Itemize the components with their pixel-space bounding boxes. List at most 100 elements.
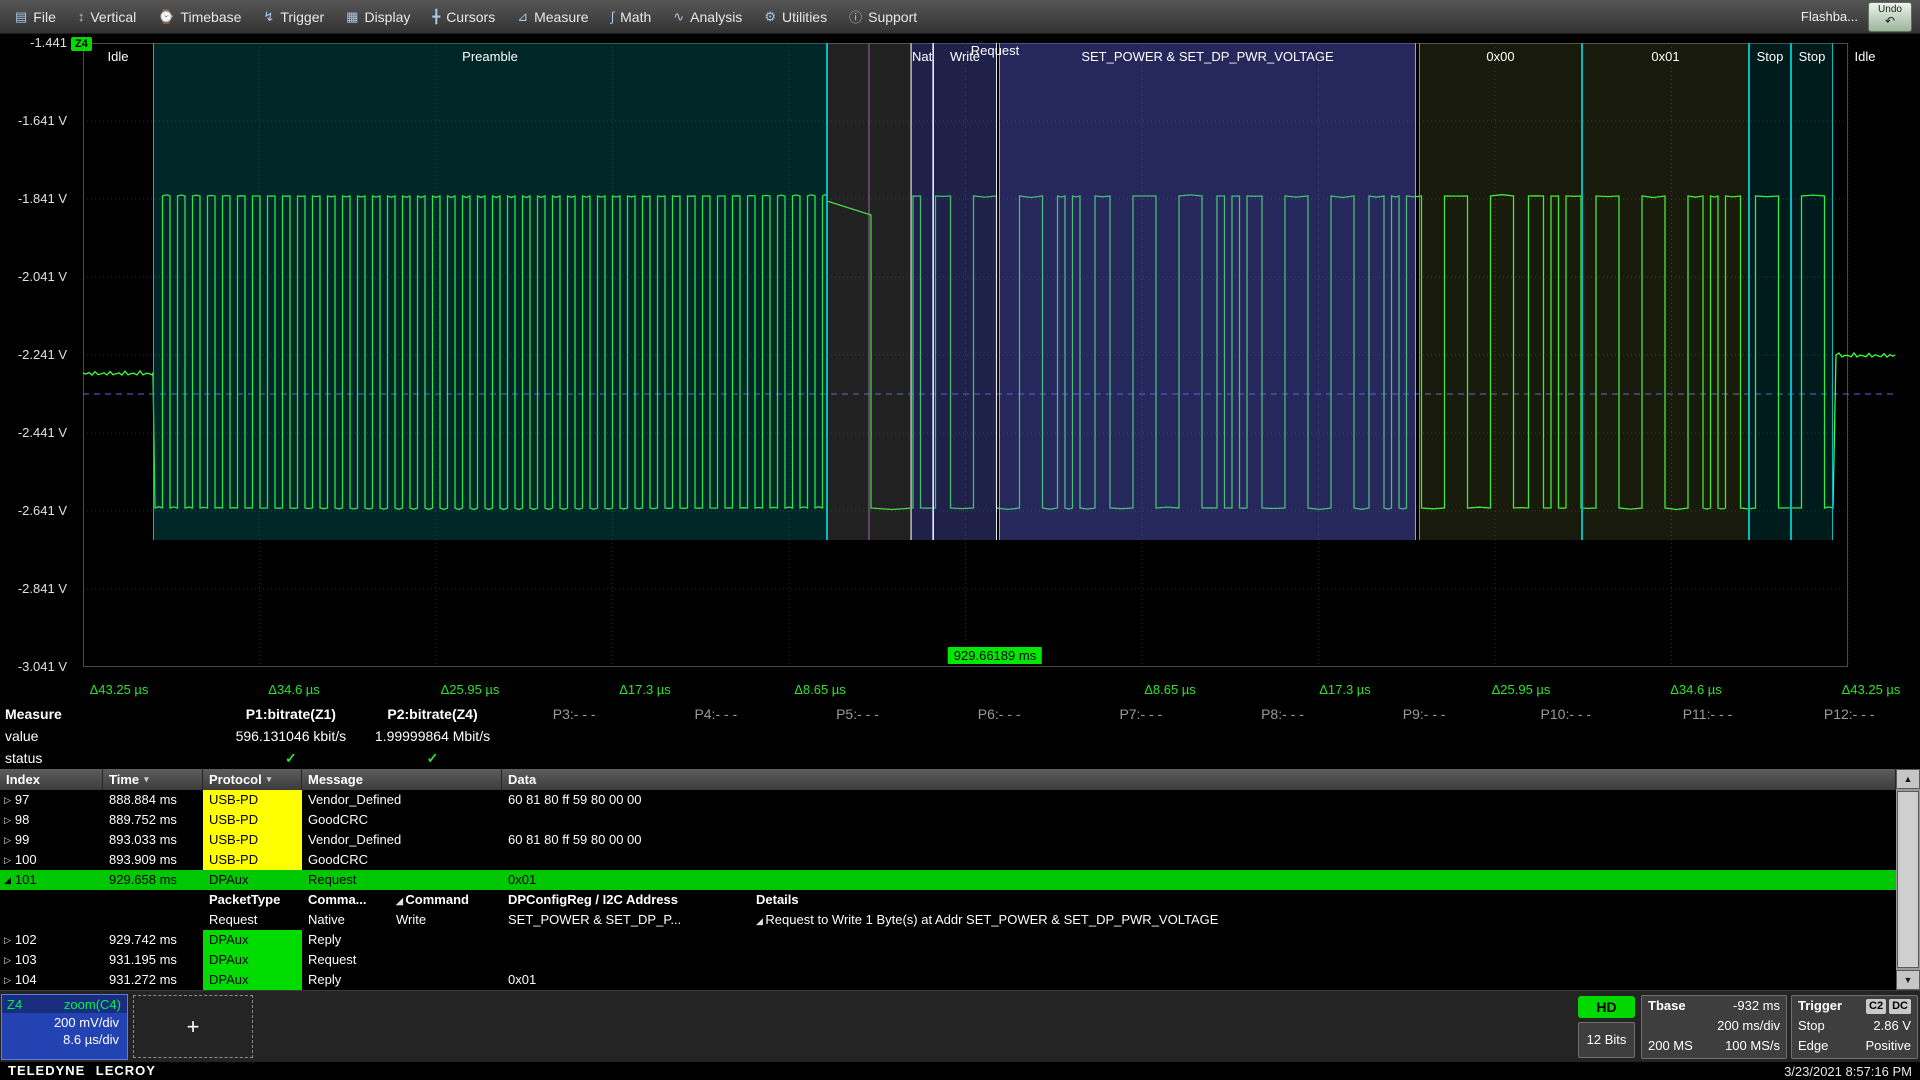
param-status-p11 xyxy=(1637,747,1779,769)
column-header-protocol[interactable]: Protocol▾ xyxy=(203,769,302,790)
measure-row-label: Measure xyxy=(0,703,220,725)
menu-item-label: Analysis xyxy=(690,9,742,25)
row-time: 893.909 ms xyxy=(103,850,203,870)
expand-icon[interactable]: ▷ xyxy=(4,850,11,870)
param-header-p8[interactable]: P8:- - - xyxy=(1212,703,1354,725)
menu-item-math[interactable]: ∫Math xyxy=(600,0,663,33)
scroll-up-button[interactable]: ▲ xyxy=(1896,769,1920,789)
waveform-display[interactable]: -1.441-1.641 V-1.841 V-2.041 V-2.241 V-2… xyxy=(0,34,1920,700)
param-header-p4[interactable]: P4:- - - xyxy=(645,703,787,725)
column-label: Protocol xyxy=(209,769,262,790)
menu-item-vertical[interactable]: ↕Vertical xyxy=(67,0,147,33)
expand-icon[interactable]: ◢ xyxy=(396,896,405,906)
param-status-p2: ✓ xyxy=(362,747,504,769)
menu-item-analysis[interactable]: ∿Analysis xyxy=(662,0,753,33)
param-header-p5[interactable]: P5:- - - xyxy=(787,703,929,725)
column-header-data[interactable]: Data xyxy=(502,769,1896,790)
region-label: 0x00 xyxy=(1420,49,1581,64)
menu-item-timebase[interactable]: ⌚Timebase xyxy=(147,0,252,33)
expand-icon[interactable]: ◢ xyxy=(756,916,765,926)
param-status-p3 xyxy=(503,747,645,769)
table-row-99[interactable]: ▷99893.033 msUSB-PDVendor_Defined60 81 8… xyxy=(0,830,1896,850)
expand-icon[interactable]: ▷ xyxy=(4,790,11,810)
subrow-text: SET_POWER & SET_DP_P... xyxy=(508,912,681,927)
param-value-p8 xyxy=(1212,725,1354,747)
undo-button[interactable]: Undo ↶ xyxy=(1868,2,1912,32)
request-annotation: Request xyxy=(971,43,1019,58)
table-row-101[interactable]: ◢101929.658 msDPAuxRequest0x01 xyxy=(0,870,1896,890)
expand-icon[interactable]: ▷ xyxy=(4,930,11,950)
row-message: Vendor_Defined xyxy=(302,790,502,810)
expand-icon[interactable]: ▷ xyxy=(4,810,11,830)
menu-item-utilities[interactable]: ⚙Utilities xyxy=(753,0,838,33)
param-header-p11[interactable]: P11:- - - xyxy=(1637,703,1779,725)
param-header-p6[interactable]: P6:- - - xyxy=(928,703,1070,725)
tbase-rate: 100 MS/s xyxy=(1725,1036,1780,1056)
param-header-p10[interactable]: P10:- - - xyxy=(1495,703,1637,725)
row-message: Reply xyxy=(302,970,502,990)
subheader-cell: Comma... xyxy=(302,890,390,910)
row-time: 889.752 ms xyxy=(103,810,203,830)
timebase-descriptor[interactable]: Tbase -932 ms 200 ms/div 200 MS 100 MS/s xyxy=(1641,995,1787,1059)
param-status-p6 xyxy=(928,747,1070,769)
resolution-box[interactable]: 12 Bits xyxy=(1578,1022,1635,1058)
table-scrollbar[interactable]: ▲ ▼ xyxy=(1896,769,1920,990)
tbase-tdiv: 200 ms/div xyxy=(1717,1016,1780,1036)
param-header-p1[interactable]: P1:bitrate(Z1) xyxy=(220,703,362,725)
subheader-text: Details xyxy=(756,892,799,907)
z4-tdiv: 8.6 µs/div xyxy=(2,1030,127,1047)
table-row-102[interactable]: ▷102929.742 msDPAuxReply xyxy=(0,930,1896,950)
scroll-track[interactable] xyxy=(1896,789,1920,970)
row-protocol: USB-PD xyxy=(203,850,302,870)
subrow-text: Request to Write 1 Byte(s) at Addr SET_P… xyxy=(765,912,1218,927)
row-index-cell: ▷98 xyxy=(0,810,103,830)
expand-icon[interactable]: ▷ xyxy=(4,830,11,850)
menu-item-label: File xyxy=(33,9,56,25)
param-header-p12[interactable]: P12:- - - xyxy=(1778,703,1920,725)
menu-item-label: Cursors xyxy=(446,9,495,25)
column-header-index[interactable]: Index xyxy=(0,769,103,790)
expand-icon[interactable]: ◢ xyxy=(4,870,11,890)
region-label: Idle xyxy=(1833,49,1897,64)
trigger-descriptor[interactable]: Trigger C2 DC Stop 2.86 V Edge Positive xyxy=(1791,995,1918,1059)
param-header-p2[interactable]: P2:bitrate(Z4) xyxy=(362,703,504,725)
param-header-p7[interactable]: P7:- - - xyxy=(1070,703,1212,725)
filter-icon[interactable]: ▾ xyxy=(267,769,272,790)
voltage-label: -2.041 V xyxy=(18,269,67,284)
subheader-cell: ◢ Command xyxy=(390,890,502,910)
measure-icon: ⊿ xyxy=(517,9,528,25)
menu-item-file[interactable]: ▤File xyxy=(4,0,67,33)
flashback-label[interactable]: Flashba... xyxy=(1801,9,1868,24)
scroll-thumb[interactable] xyxy=(1897,791,1919,968)
decode-regions: IdlePreambleNatWriteSET_POWER & SET_DP_P… xyxy=(83,43,1848,540)
scroll-down-button[interactable]: ▼ xyxy=(1896,970,1920,990)
cursors-icon: ╋ xyxy=(432,9,440,25)
expand-icon[interactable]: ▷ xyxy=(4,950,11,970)
table-header: IndexTime▾Protocol▾MessageData xyxy=(0,769,1896,790)
table-row-103[interactable]: ▷103931.195 msDPAuxRequest xyxy=(0,950,1896,970)
column-header-time[interactable]: Time▾ xyxy=(103,769,203,790)
region-sync-gap xyxy=(827,43,911,540)
region-label: Idle xyxy=(83,49,153,64)
menu-item-label: Support xyxy=(868,9,917,25)
row-index-cell: ▷97 xyxy=(0,790,103,810)
menu-item-trigger[interactable]: ↯Trigger xyxy=(252,0,335,33)
menu-item-measure[interactable]: ⊿Measure xyxy=(506,0,599,33)
z4-trace-descriptor[interactable]: Z4 zoom(C4) 200 mV/div 8.6 µs/div xyxy=(1,994,128,1060)
menu-item-cursors[interactable]: ╋ Cursors xyxy=(421,0,506,33)
column-header-message[interactable]: Message xyxy=(302,769,502,790)
delta-label: Δ43.25 µs xyxy=(1842,682,1901,697)
expand-icon[interactable]: ▷ xyxy=(4,970,11,990)
table-row-100[interactable]: ▷100893.909 msUSB-PDGoodCRC xyxy=(0,850,1896,870)
table-row-98[interactable]: ▷98889.752 msUSB-PDGoodCRC xyxy=(0,810,1896,830)
param-value-p1: 596.131046 kbit/s xyxy=(220,725,362,747)
menu-item-support[interactable]: ⓘSupport xyxy=(838,0,928,33)
param-header-p3[interactable]: P3:- - - xyxy=(503,703,645,725)
add-trace-button[interactable]: + xyxy=(133,995,253,1058)
param-header-p9[interactable]: P9:- - - xyxy=(1353,703,1495,725)
filter-icon[interactable]: ▾ xyxy=(144,769,149,790)
table-row-97[interactable]: ▷97888.884 msUSB-PDVendor_Defined60 81 8… xyxy=(0,790,1896,810)
subrow-cell: SET_POWER & SET_DP_P... xyxy=(502,910,750,930)
menu-item-display[interactable]: ▦Display xyxy=(335,0,421,33)
table-row-104[interactable]: ▷104931.272 msDPAuxReply0x01 xyxy=(0,970,1896,990)
